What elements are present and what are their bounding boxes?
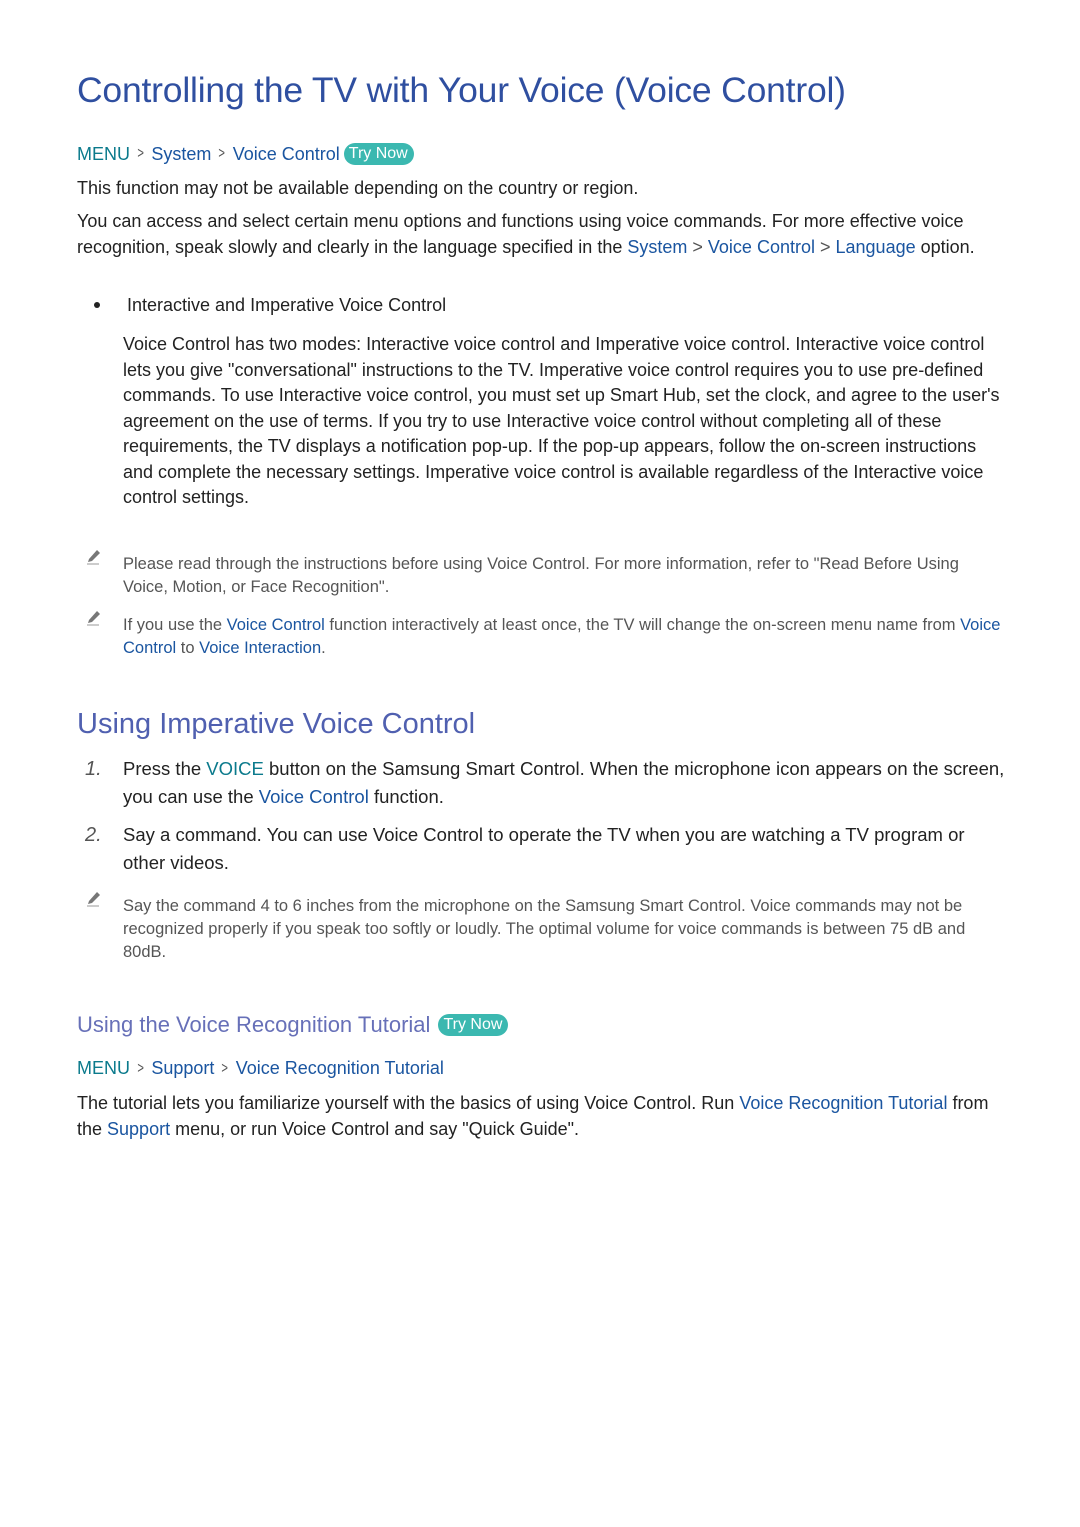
link-support[interactable]: Support (107, 1119, 170, 1139)
section-heading-tutorial: Using the Voice Recognition Tutorial Try… (77, 1012, 509, 1038)
chevron-right-icon: > (819, 236, 831, 257)
chevron-right-icon: > (137, 145, 144, 162)
chevron-right-icon: > (692, 236, 703, 257)
path-support[interactable]: Support (151, 1058, 214, 1079)
bullet-body: Voice Control has two modes: Interactive… (123, 334, 1000, 507)
section-heading-imperative: Using Imperative Voice Control (77, 708, 476, 740)
availability-note: This function may not be available depen… (77, 178, 639, 198)
note-read-instructions: Please read through the instructions bef… (87, 550, 1003, 599)
link-voice-control[interactable]: Voice Control (227, 616, 325, 634)
pencil-note-icon (87, 892, 100, 907)
step-1: 1. Press the VOICE button on the Samsung… (77, 755, 1007, 811)
note-voice-interaction: If you use the Voice Control function in… (87, 611, 1003, 660)
bullet-title: Interactive and Imperative Voice Control (127, 295, 447, 315)
page-title: Controlling the TV with Your Voice (Voic… (77, 70, 846, 110)
path-menu[interactable]: MENU (77, 1058, 130, 1079)
path-menu[interactable]: MENU (77, 144, 130, 165)
link-voice-recognition-tutorial[interactable]: Voice Recognition Tutorial (739, 1093, 947, 1113)
chevron-right-icon: > (137, 1059, 144, 1077)
try-now-button[interactable]: Try Now (343, 143, 414, 165)
path-voice-recognition-tutorial[interactable]: Voice Recognition Tutorial (236, 1058, 444, 1079)
chevron-right-icon: > (221, 1059, 229, 1077)
chevron-right-icon: > (218, 145, 226, 162)
step-number: 2. (85, 824, 102, 846)
path-system[interactable]: System (151, 144, 211, 165)
intro-paragraph: You can access and select certain menu o… (77, 211, 975, 257)
link-voice-control[interactable]: Voice Control (708, 237, 815, 257)
link-voice-interaction[interactable]: Voice Interaction (199, 639, 321, 657)
note-microphone-distance: Say the command 4 to 6 inches from the m… (87, 892, 1003, 964)
menu-path: MENU > System > Voice Control Try Now (77, 143, 414, 165)
link-language[interactable]: Language (836, 237, 916, 257)
step-2: 2. Say a command. You can use Voice Cont… (77, 821, 1007, 877)
step-number: 1. (85, 758, 102, 780)
bullet-item: Interactive and Imperative Voice Control (77, 295, 446, 316)
link-voice-control[interactable]: Voice Control (259, 786, 369, 807)
pencil-note-icon (87, 611, 100, 626)
link-system[interactable]: System (627, 237, 687, 257)
try-now-button[interactable]: Try Now (438, 1014, 509, 1036)
tutorial-paragraph: The tutorial lets you familiarize yourse… (77, 1093, 989, 1139)
bullet-dot (94, 301, 100, 308)
link-voice-button[interactable]: VOICE (206, 758, 264, 779)
menu-path-support: MENU > Support > Voice Recognition Tutor… (77, 1058, 444, 1079)
path-voice-control[interactable]: Voice Control (233, 144, 340, 165)
pencil-note-icon (87, 550, 100, 565)
